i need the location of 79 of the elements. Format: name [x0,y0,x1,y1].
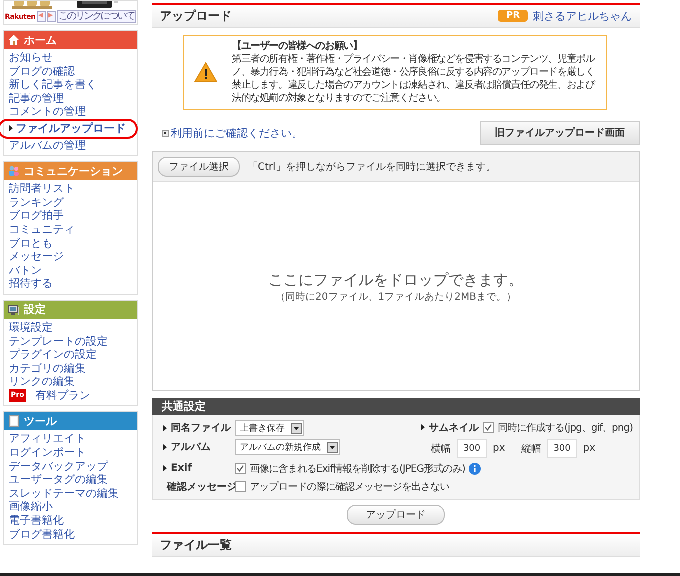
menu-item[interactable]: ログインポート [4,446,137,460]
page-title: アップロード [160,8,232,24]
menu-item[interactable]: ブログ拍手 [4,209,137,223]
checkbox-label: 同時に作成する(jpg、gif、png) [498,422,633,434]
setting-label: Exif [171,463,192,474]
checkbox-label: アップロードの際に確認メッセージを出さない [250,480,450,494]
menu-item[interactable]: コメントの管理 [4,105,137,119]
menu-item[interactable]: テンプレートの設定 [4,334,137,348]
menu-item[interactable]: アルバムの管理 [4,138,137,152]
menu-item[interactable]: ブログ書籍化 [4,528,137,542]
checkbox[interactable] [483,422,494,433]
upload-button[interactable]: アップロード [347,505,445,525]
about-link-button[interactable]: このリンクについて [56,10,136,23]
menu-item[interactable]: 環境設定 [4,320,137,334]
dropdown-caret-icon[interactable] [291,422,302,434]
section-title: 設定 [24,302,46,318]
menu-item[interactable]: お知らせ [4,51,137,65]
triangle-bullet-icon [421,424,426,431]
dropdown-caret-icon[interactable] [327,442,338,452]
settings-title: 共通設定 [162,399,206,414]
height-label: 縦幅 [521,442,542,456]
width-label: 横幅 [431,442,452,456]
checkbox[interactable] [235,481,246,492]
notice-text: 第三者の所有権・著作権・プライバシー・肖像権などを侵害するコンテンツ、児童ポルノ、暴力行為・犯罪行為など社会道徳・公序良俗に反する内容のアップロードを厳しく禁止します。違反した場合のアカウントは凍結され、違反者は賠償責任の発生、および法的な処罰の対象となりますのでご注意ください。 [232,53,596,105]
menu-item[interactable]: メッセージ [4,250,137,264]
drop-zone[interactable]: ファイル選択 「Ctrl」を押しながらファイルを同時に選択できます。 ここにファイルをドロップできます。 （同時に20ファイル、1ファイルあたり2MBまで。） [152,151,640,391]
menu-item[interactable]: 新しく記事を書く [4,78,137,92]
menu-item[interactable]: プラグインの設定 [4,348,137,362]
setting-label: 同名ファイル [171,422,231,435]
menu-item[interactable]: コミュニティ [4,222,137,237]
menu-item[interactable]: バトン [4,264,137,278]
notice-title: 【ユーザーの皆様へのお願い】 [232,40,364,53]
book-icon [8,415,20,428]
menu-item[interactable]: 記事の管理 [4,92,137,106]
menu-item[interactable]: ランキング [4,196,137,210]
menu-item[interactable]: ブログの確認 [4,64,137,78]
dropdown[interactable]: 上書き保存 [235,420,304,436]
section-title: ホーム [24,32,57,48]
section-title: コミュニケーション [24,164,123,179]
menu-item[interactable]: 画像縮小 [4,500,137,514]
menu-item[interactable]: リンクの編集 [4,375,137,389]
triangle-bullet-icon [163,444,167,450]
triangle-bullet-icon [163,465,167,472]
triangle-bullet-icon [163,424,167,432]
warning-icon [194,62,218,84]
drop-title: ここにファイルをドロップできます。 [268,271,524,290]
hint-text: 「Ctrl」を押しながらファイルを同時に選択できます。 [248,160,496,174]
pr-badge: PR [498,10,528,22]
menu-item[interactable]: アフィリエイト [4,432,137,446]
house-icon [8,34,20,46]
dropdown[interactable]: アルバムの新規作成 [235,439,340,455]
old-upload-button[interactable]: 旧ファイルアップロード画面 [480,121,640,145]
monitor-icon [8,304,20,316]
unit-label: px [493,443,506,454]
unit-label: px [583,443,596,454]
width-field[interactable]: 300 [457,439,488,458]
menu-item[interactable]: 招待する [4,277,137,291]
menu-item[interactable]: 電子書籍化 [4,514,137,528]
people-icon [8,165,20,178]
ad-link[interactable]: 刺さるアヒルちゃん [533,8,632,24]
file-select-button[interactable]: ファイル選択 [158,156,240,176]
height-field[interactable]: 300 [547,439,578,458]
menu-item[interactable]: スレッドテーマの編集 [4,486,137,500]
info-icon[interactable] [469,462,482,474]
confirm-link[interactable]: 利用前にご確認ください。 [171,126,303,140]
checkbox[interactable] [235,463,246,474]
setting-label: アルバム [171,441,211,454]
menu-item[interactable]: データバックアップ [4,460,137,474]
menu-item[interactable]: ブロとも [4,236,137,250]
menu-item[interactable]: ユーザータグの編集 [4,473,137,487]
triangle-bullet-icon [9,125,13,132]
setting-label: サムネイル [429,422,480,434]
drop-subtitle: （同時に20ファイル、1ファイルあたり2MBまで。） [276,290,516,304]
section-title: ファイル一覧 [160,536,232,554]
section-title: ツール [24,414,57,429]
expand-icon[interactable] [162,130,169,136]
menu-item[interactable]: 訪問者リスト [4,182,137,196]
menu-item[interactable]: カテゴリの編集 [4,362,137,376]
checkbox-label: 画像に含まれるExif情報を削除する(JPEG形式のみ) [250,462,466,476]
